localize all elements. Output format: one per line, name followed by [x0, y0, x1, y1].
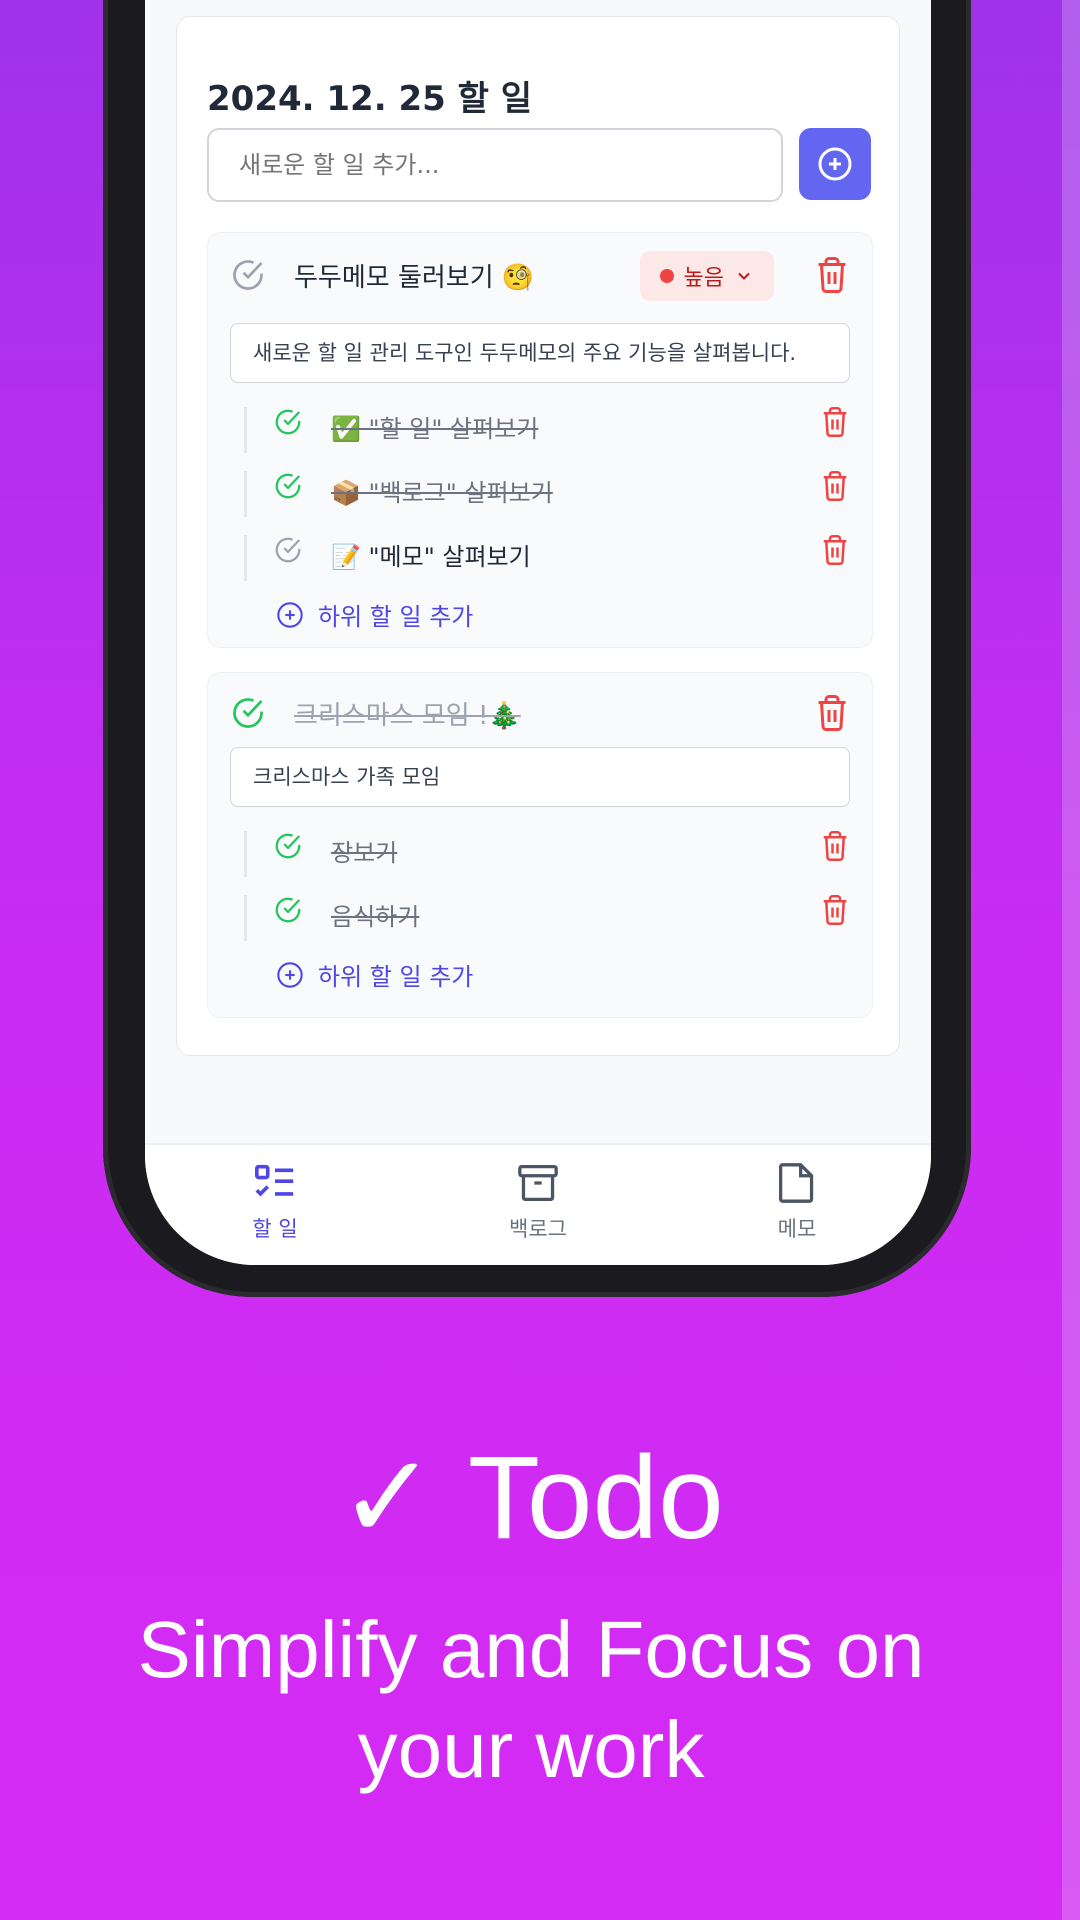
trash-icon[interactable]	[814, 255, 850, 295]
task-title: 크리스마스 모임 !🎄	[294, 700, 521, 731]
plus-circle-icon	[818, 147, 852, 181]
bottom-nav: 할 일 백로그 메모	[145, 1143, 931, 1265]
subtask-item: 음식하기	[244, 895, 850, 941]
subtask-title: 음식하기	[331, 903, 420, 931]
nav-label: 할 일	[252, 1217, 298, 1241]
archive-icon	[518, 1165, 558, 1201]
task-item: 크리스마스 모임 !🎄 크리스마스 가족 모임 장보기 음식하기 하위 할 일 …	[207, 672, 873, 1018]
subtask-checkbox[interactable]	[273, 471, 303, 501]
new-task-input[interactable]	[207, 128, 783, 202]
subtask-item: 📝 "메모" 살펴보기	[244, 535, 850, 581]
promo-tagline-line2: your work	[357, 1705, 705, 1794]
subtask-title: 장보기	[331, 839, 398, 867]
add-subtask-label: 하위 할 일 추가	[318, 603, 474, 631]
app-screen: 2024. 12. 25 할 일 두두메모 둘러보기 🧐 높음	[145, 0, 931, 1265]
plus-circle-icon	[277, 961, 303, 988]
trash-icon[interactable]	[814, 693, 850, 733]
subtask-checkbox[interactable]	[273, 535, 303, 565]
trash-icon[interactable]	[820, 533, 850, 567]
list-check-icon	[254, 1164, 294, 1197]
subtask-item: 장보기	[244, 831, 850, 877]
check-circle-icon	[275, 897, 301, 923]
plus-circle-icon	[277, 601, 303, 628]
page-title: 2024. 12. 25 할 일	[207, 79, 532, 119]
note-icon	[779, 1163, 814, 1203]
priority-dot	[659, 269, 674, 283]
nav-item-backlog[interactable]: 백로그	[478, 1163, 598, 1243]
trash-icon[interactable]	[820, 893, 850, 927]
subtask-title: ✅ "할 일" 살펴보기	[331, 415, 539, 443]
check-circle-icon	[275, 409, 301, 435]
task-header: 크리스마스 모임 !🎄	[230, 685, 850, 741]
check-circle-icon	[233, 260, 263, 290]
trash-icon[interactable]	[820, 469, 850, 503]
subtask-checkbox[interactable]	[273, 831, 303, 861]
task-title: 두두메모 둘러보기 🧐	[294, 262, 535, 293]
promo-headline: ✓ Todo	[338, 1432, 724, 1564]
task-description[interactable]: 크리스마스 가족 모임	[230, 747, 850, 807]
task-checkbox[interactable]	[230, 695, 266, 731]
subtask-item: ✅ "할 일" 살펴보기	[244, 407, 850, 453]
subtask-title: 📝 "메모" 살펴보기	[331, 543, 531, 571]
trash-icon[interactable]	[820, 829, 850, 863]
priority-dropdown[interactable]: 높음	[639, 251, 774, 301]
task-description[interactable]: 새로운 할 일 관리 도구인 두두메모의 주요 기능을 살펴봅니다.	[230, 323, 850, 383]
add-subtask-button[interactable]: 하위 할 일 추가	[276, 957, 473, 992]
chevron-down-icon	[738, 272, 750, 280]
trash-icon[interactable]	[820, 405, 850, 439]
subtask-item: 📦 "백로그" 살펴보기	[244, 471, 850, 517]
subtask-checkbox[interactable]	[273, 895, 303, 925]
subtask-checkbox[interactable]	[273, 407, 303, 437]
priority-label: 높음	[683, 266, 724, 291]
check-circle-icon	[275, 473, 301, 499]
background-edge	[1062, 0, 1080, 1920]
promo-tagline: Simplify and Focus on your work	[0, 1600, 1062, 1800]
task-checkbox[interactable]	[230, 257, 266, 293]
check-circle-icon	[275, 537, 301, 563]
nav-item-todo[interactable]: 할 일	[215, 1163, 335, 1243]
task-header: 두두메모 둘러보기 🧐 높음	[230, 247, 850, 303]
check-circle-icon	[233, 698, 263, 728]
todo-card: 2024. 12. 25 할 일 두두메모 둘러보기 🧐 높음	[176, 16, 900, 1056]
nav-item-memo[interactable]: 메모	[737, 1163, 857, 1243]
task-item: 두두메모 둘러보기 🧐 높음 새로운 할 일 관리 도구인 두두메모의 주요 기…	[207, 232, 873, 648]
add-task-button[interactable]	[799, 128, 871, 200]
nav-label: 메모	[777, 1217, 817, 1241]
nav-label: 백로그	[509, 1217, 567, 1241]
add-subtask-button[interactable]: 하위 할 일 추가	[276, 597, 473, 632]
promo-tagline-line1: Simplify and Focus on	[137, 1605, 925, 1694]
check-circle-icon	[275, 833, 301, 859]
subtask-title: 📦 "백로그" 살펴보기	[331, 479, 553, 507]
add-subtask-label: 하위 할 일 추가	[318, 963, 474, 991]
